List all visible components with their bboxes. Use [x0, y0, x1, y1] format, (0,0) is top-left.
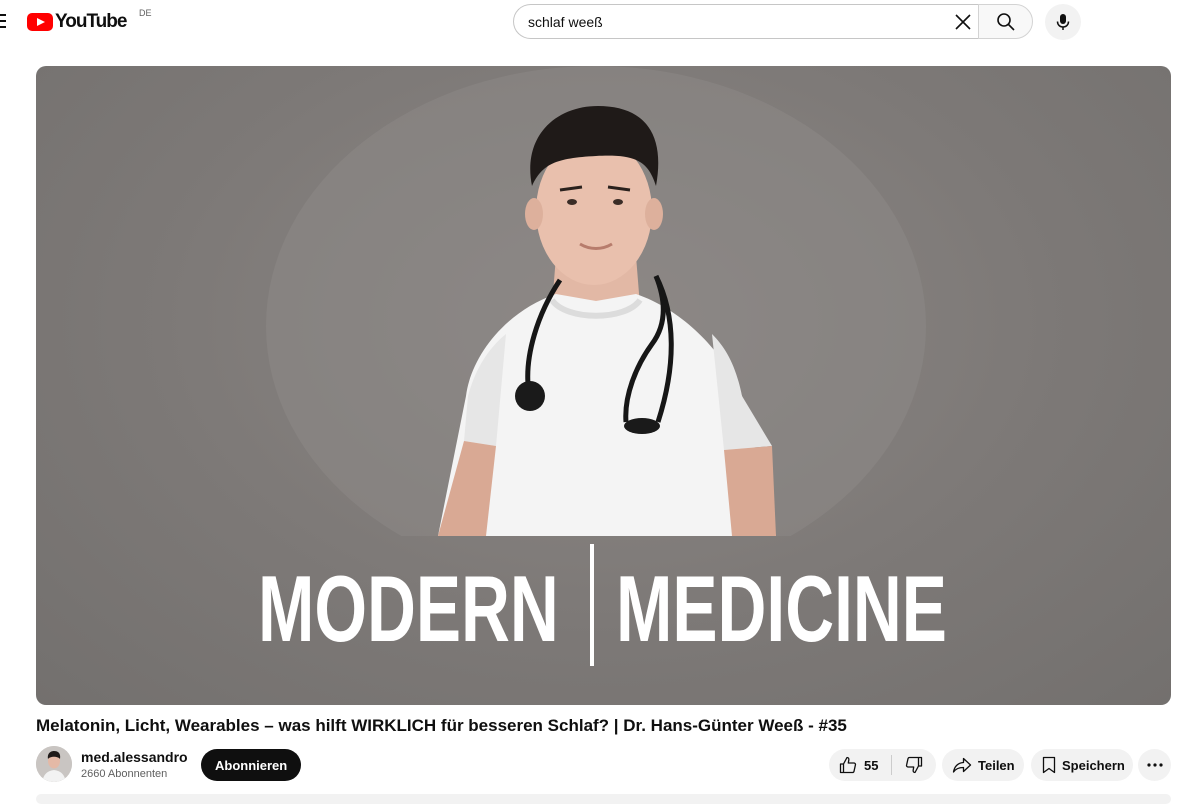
save-label: Speichern — [1062, 757, 1125, 773]
thumbnail-text-left: MODERN — [258, 556, 559, 661]
description-box[interactable] — [36, 794, 1171, 804]
avatar[interactable] — [36, 746, 72, 782]
country-code: DE — [139, 8, 152, 18]
thumbnail-portrait — [266, 66, 926, 536]
search-icon — [996, 12, 1016, 32]
clear-icon[interactable] — [954, 13, 972, 31]
dislike-button[interactable] — [892, 749, 936, 781]
masthead: YouTube DE — [0, 0, 1184, 44]
subscribe-button[interactable]: Abonnieren — [201, 749, 302, 781]
thumbnail-divider — [590, 544, 594, 666]
thumbnail-branding: MODERN MEDICINE — [36, 544, 1171, 669]
mic-icon — [1055, 13, 1071, 31]
voice-search-button[interactable] — [1045, 4, 1081, 40]
subscriber-count: 2660 Abonnenten — [81, 768, 168, 780]
more-icon — [1146, 763, 1163, 767]
video-owner: med.alessandro 2660 Abonnenten Abonniere… — [36, 745, 596, 785]
like-dislike-group: 55 — [829, 749, 936, 781]
share-button[interactable]: Teilen — [942, 749, 1024, 781]
like-count: 55 — [864, 757, 879, 773]
like-button[interactable]: 55 — [829, 749, 891, 781]
search-button[interactable] — [978, 4, 1033, 39]
youtube-logo[interactable]: YouTube DE — [27, 8, 152, 34]
channel-name[interactable]: med.alessandro — [81, 749, 188, 765]
search-box — [513, 4, 985, 39]
bookmark-icon — [1042, 756, 1056, 774]
video-player[interactable]: MODERN MEDICINE — [36, 66, 1171, 705]
video-title: Melatonin, Licht, Wearables – was hilft … — [36, 716, 847, 735]
thumbs-up-icon — [839, 756, 857, 774]
thumbs-down-icon — [905, 756, 923, 774]
more-actions-button[interactable] — [1138, 749, 1171, 781]
thumbnail-text-right: MEDICINE — [616, 556, 947, 661]
menu-icon[interactable] — [0, 14, 6, 28]
share-label: Teilen — [978, 757, 1015, 773]
save-button[interactable]: Speichern — [1031, 749, 1133, 781]
logo-text: YouTube — [55, 11, 127, 32]
youtube-logo-icon — [27, 13, 53, 31]
share-icon — [952, 757, 972, 773]
search-input[interactable] — [528, 5, 948, 38]
